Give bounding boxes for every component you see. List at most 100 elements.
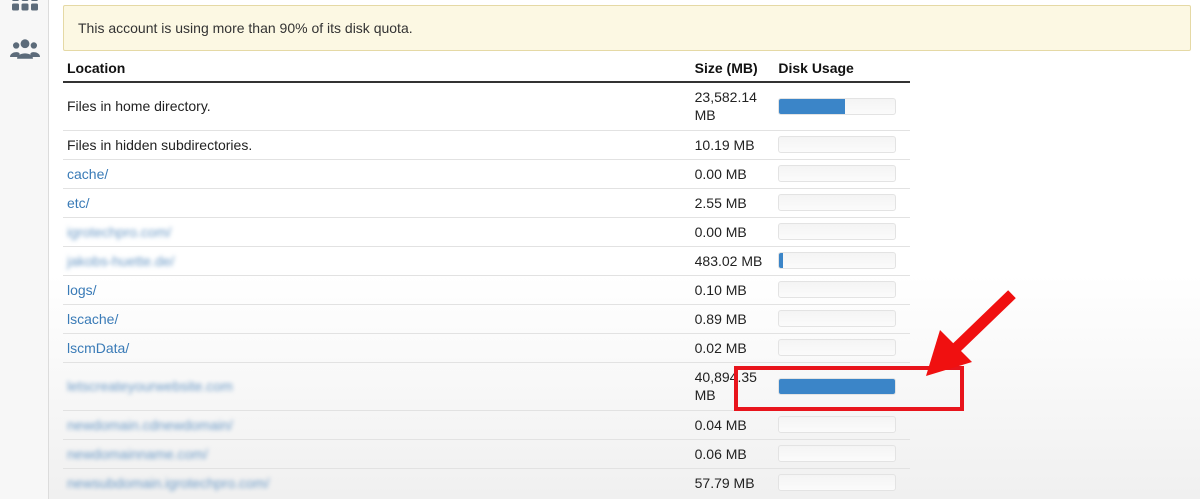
size-cell: 57.79 MB [690, 467, 775, 497]
location-cell: lscache/ [63, 303, 691, 333]
location-cell: etc/ [63, 187, 691, 217]
table-row: logs/0.10 MB [63, 274, 910, 304]
usage-cell [774, 274, 910, 304]
location-cell: cache/ [63, 158, 691, 188]
size-value: 0.00 MB [694, 165, 747, 182]
size-value: 23,582.14 MB [694, 89, 757, 124]
disk-usage-bar [778, 281, 897, 298]
table-body: Files in home directory. 23,582.14 MB File… [63, 81, 910, 497]
location-cell: newdomain.cdnewdomain/ [63, 409, 691, 439]
alert-message: This account is using more than 90% of i… [78, 20, 413, 36]
location-link[interactable]: cache/ [67, 166, 108, 182]
location-link[interactable]: etc/ [67, 195, 90, 211]
location-cell: lscmData/ [63, 332, 691, 362]
location-link[interactable]: newdomain.cdnewdomain/ [67, 417, 233, 433]
usage-cell [774, 187, 910, 217]
header-size[interactable]: Size (MB) [690, 55, 775, 83]
red-arrow-annotation [926, 290, 1016, 376]
size-value: 10.19 MB [694, 136, 755, 153]
size-cell: 0.10 MB [690, 274, 775, 304]
usage-cell [774, 245, 910, 275]
size-value: 57.79 MB [694, 474, 755, 491]
location-link[interactable]: lscmData/ [67, 340, 129, 356]
size-cell: 0.00 MB [690, 216, 775, 246]
size-cell: 483.02 MB [690, 245, 775, 275]
disk-usage-bar-fill [779, 98, 846, 114]
location-link[interactable]: lscache/ [67, 311, 118, 327]
size-value: 0.89 MB [694, 310, 747, 327]
disk-usage-bar [778, 136, 897, 153]
location-cell: Files in hidden subdirectories. [63, 129, 691, 159]
location-cell: logs/ [63, 274, 691, 304]
size-cell: 2.55 MB [690, 187, 775, 217]
header-location[interactable]: Location [63, 55, 691, 83]
size-cell: 0.06 MB [690, 438, 775, 468]
disk-quota-alert: This account is using more than 90% of i… [63, 5, 1191, 51]
table-row: jakobs-huette.de/483.02 MB [63, 245, 910, 275]
location-link[interactable]: igrotechpro.com/ [67, 224, 171, 240]
size-cell: 0.89 MB [690, 303, 775, 333]
disk-usage-bar [778, 416, 897, 433]
location-cell: jakobs-huette.de/ [63, 245, 691, 275]
location-cell: igrotechpro.com/ [63, 216, 691, 246]
size-value: 0.10 MB [694, 281, 747, 298]
size-value: 0.00 MB [694, 223, 747, 240]
size-value: 483.02 MB [694, 252, 763, 269]
table-row: newdomain.cdnewdomain/0.04 MB [63, 409, 910, 439]
main-content: This account is using more than 90% of i… [49, 0, 1200, 499]
location-label: Files in hidden subdirectories. [67, 136, 253, 153]
location-link[interactable]: jakobs-huette.de/ [67, 253, 174, 269]
table-row: etc/2.55 MB [63, 187, 910, 217]
table-row: Files in hidden subdirectories. 10.19 MB [63, 129, 910, 159]
usage-cell [774, 303, 910, 333]
location-link[interactable]: newsubdomain.igrotechpro.com/ [67, 475, 269, 491]
sidebar [0, 0, 49, 499]
location-label: Files in home directory. [67, 98, 211, 115]
location-cell: newdomainname.com/ [63, 438, 691, 468]
size-cell: 10.19 MB [690, 129, 775, 159]
table-header-row: Location Size (MB) Disk Usage [63, 55, 910, 83]
header-disk-usage[interactable]: Disk Usage [774, 55, 910, 83]
usage-cell [774, 438, 910, 468]
table-row: newsubdomain.igrotechpro.com/57.79 MB [63, 467, 910, 497]
size-cell: 0.02 MB [690, 332, 775, 362]
location-cell: newsubdomain.igrotechpro.com/ [63, 467, 691, 497]
usage-cell [774, 129, 910, 159]
disk-usage-bar [778, 223, 897, 240]
table-row: newdomainname.com/0.06 MB [63, 438, 910, 468]
usage-cell [774, 467, 910, 497]
location-link[interactable]: logs/ [67, 282, 97, 298]
disk-usage-bar-fill [779, 253, 783, 268]
disk-usage-bar [778, 445, 897, 462]
size-value: 0.02 MB [694, 339, 747, 356]
table-row: Files in home directory. 23,582.14 MB [63, 81, 910, 130]
location-link[interactable]: newdomainname.com/ [67, 446, 208, 462]
users-icon[interactable] [10, 34, 40, 64]
size-cell: 23,582.14 MB [690, 81, 775, 130]
disk-usage-bar [778, 339, 897, 356]
usage-cell [774, 81, 910, 130]
disk-usage-table: Location Size (MB) Disk Usage Files in h… [63, 55, 910, 497]
disk-usage-bar [778, 97, 897, 115]
table-row: lscache/0.89 MB [63, 303, 910, 333]
grid-icon[interactable] [10, 0, 40, 22]
disk-usage-bar [778, 252, 897, 269]
location-link[interactable]: letscreateyourwebsite.com [67, 378, 233, 394]
location-cell: Files in home directory. [63, 81, 691, 130]
size-value: 2.55 MB [694, 194, 747, 211]
disk-usage-bar [778, 165, 897, 182]
size-value: 0.04 MB [694, 416, 747, 433]
table-row: cache/0.00 MB [63, 158, 910, 188]
disk-usage-bar [778, 474, 897, 492]
size-value: 0.06 MB [694, 445, 747, 462]
disk-usage-bar [778, 310, 897, 327]
size-cell: 0.04 MB [690, 409, 775, 439]
table-row: igrotechpro.com/0.00 MB [63, 216, 910, 246]
usage-cell [774, 409, 910, 439]
usage-cell [774, 216, 910, 246]
usage-cell [774, 332, 910, 362]
disk-usage-bar [778, 194, 897, 211]
table-row: lscmData/0.02 MB [63, 332, 910, 362]
usage-cell [774, 158, 910, 188]
size-cell: 0.00 MB [690, 158, 775, 188]
